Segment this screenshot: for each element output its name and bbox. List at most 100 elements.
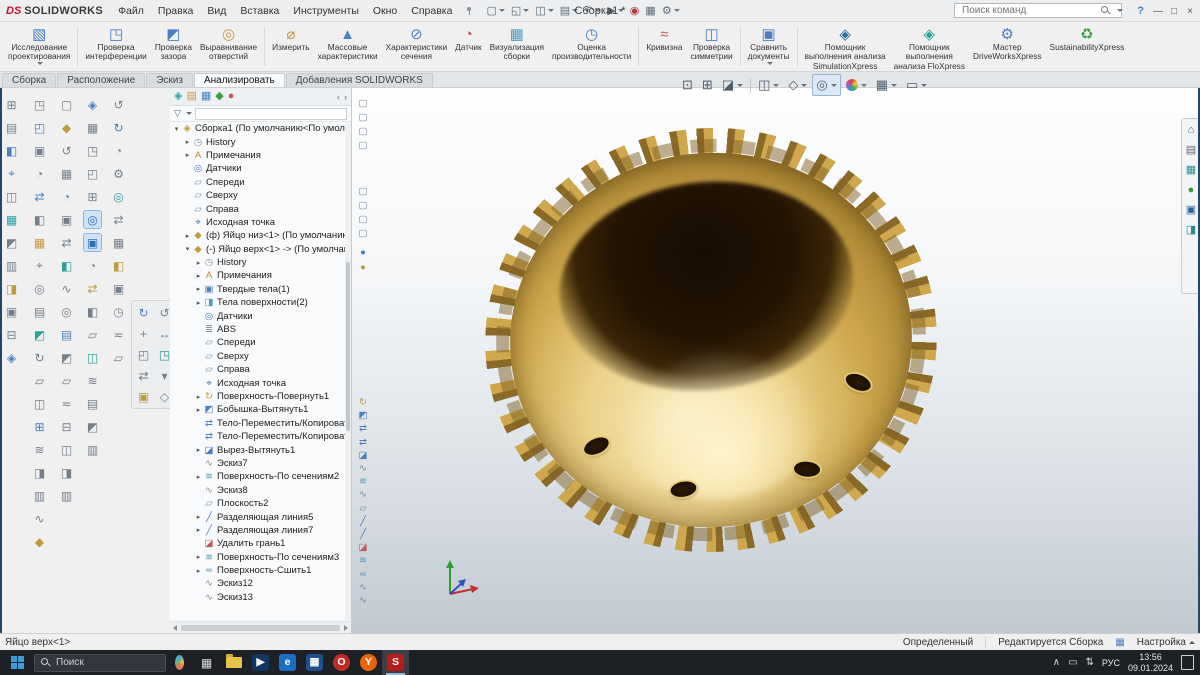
tool-icon[interactable]: ≂ [58, 395, 75, 412]
ribbon-button[interactable]: ▲ Массовые характеристики [314, 24, 382, 69]
tree-item[interactable]: ▱ Сверху [170, 350, 345, 363]
tool-icon[interactable]: ∿ [31, 510, 48, 527]
search-dropdown-icon[interactable] [1117, 9, 1123, 12]
tool-icon[interactable]: ◨ [58, 464, 75, 481]
task-view-icon[interactable]: ▦ [193, 650, 220, 675]
tree-expander-icon[interactable]: ▸ [194, 285, 203, 293]
tree-item[interactable]: ▸ ◷ History [170, 135, 345, 148]
display-state-icon[interactable]: ↻ [356, 396, 370, 409]
display-state-icon[interactable]: ◪ [356, 449, 370, 462]
display-state-icon[interactable]: ⇄ [356, 422, 370, 435]
ribbon-button[interactable]: ◎ Выравнивание отверстий [196, 24, 261, 69]
tree-item[interactable]: ▸ ◨ Тела поверхности(2) [170, 296, 345, 309]
tool-icon[interactable]: ▤ [58, 326, 75, 343]
tree-expander-icon[interactable]: ▸ [194, 526, 203, 534]
command-search[interactable] [954, 3, 1123, 18]
maximize-button[interactable]: □ [1166, 3, 1182, 19]
egg-gear-model[interactable] [464, 105, 958, 575]
tool-icon[interactable]: ▱ [110, 349, 127, 366]
ribbon-button[interactable]: ◈ Помощник выполнения анализа SimulationXpr… [801, 24, 890, 71]
tree-expander-icon[interactable]: ▸ [183, 232, 192, 240]
clock[interactable]: 13:56 09.01.2024 [1128, 652, 1173, 673]
tool-icon[interactable]: ∿ [58, 280, 75, 297]
scroll-left-icon[interactable] [173, 624, 177, 631]
tree-expander-icon[interactable]: ▸ [194, 299, 203, 307]
display-state-icon[interactable]: ╱ [356, 528, 370, 541]
tree-item[interactable]: ◪ Удалить грань1 [170, 537, 345, 550]
tool-icon[interactable]: ↻ [31, 349, 48, 366]
ribbon-button[interactable]: ⌀ Измерить [268, 24, 313, 69]
tree-item[interactable]: ▸ ↻ Поверхность-Повернуть1 [170, 390, 345, 403]
design-library-icon[interactable]: ▤ [1186, 145, 1196, 156]
tree-item[interactable]: ▱ Спереди [170, 336, 345, 349]
tool-icon[interactable]: ⌖ [3, 165, 20, 182]
browser-icon[interactable]: Y [355, 650, 382, 675]
tool-icon[interactable]: ▦ [84, 119, 101, 136]
scroll-right-icon[interactable] [344, 624, 348, 631]
appearances-icon[interactable]: ● [1188, 185, 1195, 196]
tree-item[interactable]: ⌖ Исходная точка [170, 376, 345, 389]
tool-icon[interactable]: ▤ [84, 395, 101, 412]
tool-icon[interactable]: ◨ [31, 464, 48, 481]
tool-icon[interactable]: + [135, 325, 152, 342]
ribbon-button[interactable]: ▣ Сравнить документы [744, 24, 794, 69]
tree-item[interactable]: ∿ Эскиз7 [170, 457, 345, 470]
tool-icon[interactable]: ⇄ [31, 188, 48, 205]
menu-item[interactable]: Окно [366, 2, 404, 20]
tool-icon[interactable]: ◎ [83, 210, 102, 229]
tool-icon[interactable]: ◧ [3, 142, 20, 159]
tool-icon[interactable]: ↻ [135, 304, 152, 321]
tree-item[interactable]: ◎ Датчики [170, 309, 345, 322]
tool-icon[interactable]: ≋ [31, 441, 48, 458]
start-button[interactable] [0, 650, 34, 675]
display-state-icon[interactable]: ∿ [356, 581, 370, 594]
display-state-icon[interactable]: ≋ [356, 475, 370, 488]
tree-item[interactable]: ▱ Плоскость2 [170, 497, 345, 510]
tree-expander-icon[interactable]: ▸ [183, 138, 192, 146]
tool-icon[interactable]: ▤ [3, 119, 20, 136]
tool-icon[interactable]: ↺ [58, 142, 75, 159]
tree-item[interactable]: ▸ ≋ Поверхность-По сечениям3 [170, 551, 345, 564]
tree-item[interactable]: ∿ Эскиз8 [170, 484, 345, 497]
apply-scene-icon[interactable]: ▦ [872, 74, 901, 96]
tool-icon[interactable]: ◰ [84, 165, 101, 182]
tool-icon[interactable]: ▥ [58, 487, 75, 504]
tree-item[interactable]: ▸ ≂ Поверхность-Сшить1 [170, 564, 345, 577]
tree-item[interactable]: ▱ Сверху [170, 189, 345, 202]
tree-expander-icon[interactable]: ▸ [194, 553, 203, 561]
display-state-icon[interactable]: ▢ [356, 185, 370, 198]
tool-icon[interactable]: ◎ [110, 188, 127, 205]
custom-properties-icon[interactable]: ▣ [1186, 205, 1196, 216]
tool-icon[interactable]: ◩ [31, 326, 48, 343]
tool-icon[interactable]: ↻ [110, 119, 127, 136]
tool-icon[interactable]: ▤ [31, 303, 48, 320]
tool-icon[interactable]: ◷ [110, 303, 127, 320]
tool-icon[interactable]: ▱ [58, 372, 75, 389]
tool-icon[interactable]: ◫ [84, 349, 101, 366]
tool-icon[interactable]: ⊞ [3, 96, 20, 113]
display-state-icon[interactable]: ▢ [356, 139, 370, 152]
zoom-area-icon[interactable]: ⊞ [698, 74, 717, 96]
action-center-icon[interactable] [1181, 655, 1194, 670]
file-explorer-icon[interactable]: ▦ [1186, 165, 1196, 176]
status-customize[interactable]: Настройка [1137, 637, 1186, 648]
menu-item[interactable]: Вид [200, 2, 233, 20]
ribbon-button[interactable]: ⚙ Мастер DriveWorksXpress [969, 24, 1046, 69]
tree-item[interactable]: ▸ ≋ Поверхность-По сечениям2 [170, 470, 345, 483]
explorer-icon[interactable] [220, 650, 247, 675]
tree-expander-icon[interactable]: ▸ [194, 567, 203, 575]
edit-appearance-icon[interactable] [842, 74, 871, 96]
minimize-button[interactable]: — [1150, 3, 1166, 19]
tool-icon[interactable]: ▣ [3, 303, 20, 320]
tool-icon[interactable]: ▢ [58, 96, 75, 113]
ribbon-button[interactable]: ◔ Датчик [451, 24, 485, 69]
tool-icon[interactable]: ⇄ [110, 211, 127, 228]
tool-icon[interactable]: ◈ [84, 96, 101, 113]
tree-expander-icon[interactable]: ▸ [183, 151, 192, 159]
tree-item[interactable]: ◎ Датчики [170, 162, 345, 175]
view-settings-icon[interactable]: ▭ [902, 74, 931, 96]
tree-expander-icon[interactable]: ▸ [194, 393, 203, 401]
tool-icon[interactable]: ◆ [31, 533, 48, 550]
store-icon[interactable]: ▦ [301, 650, 328, 675]
tree-item[interactable]: ▱ Спереди [170, 176, 345, 189]
